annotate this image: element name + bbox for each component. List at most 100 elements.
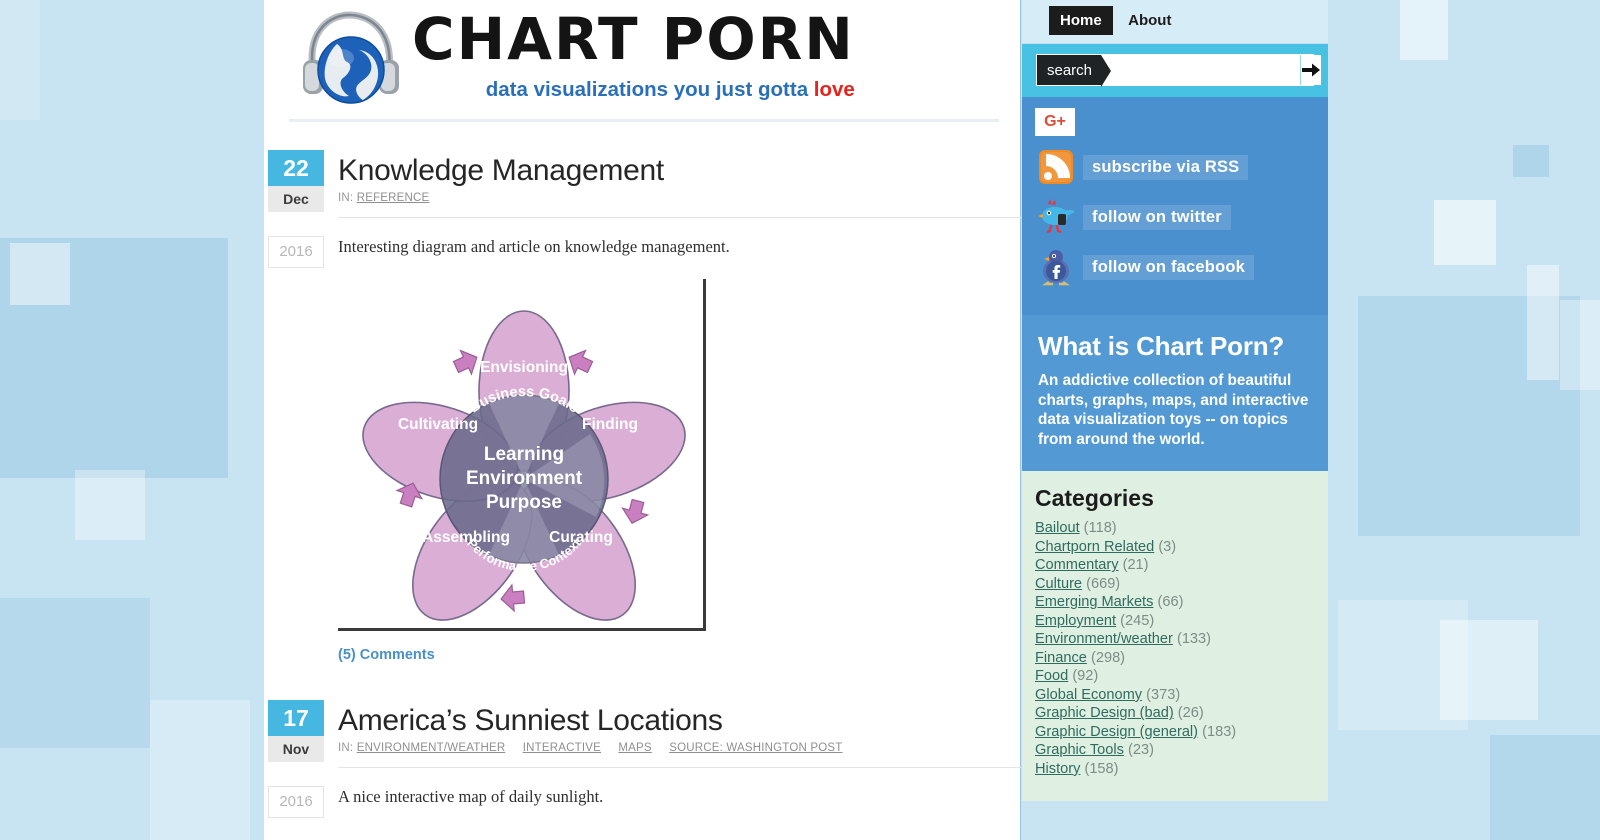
category-link[interactable]: Environment/weather: [1035, 631, 1173, 647]
globe-headphones-icon[interactable]: [297, 8, 402, 113]
category-count: (158): [1080, 760, 1119, 777]
category-link[interactable]: Chartporn Related: [1035, 539, 1154, 555]
category-link[interactable]: Graphic Design (bad): [1035, 705, 1174, 721]
post-meta: IN: ENVIRONMENT/WEATHER INTERACTIVE MAPS…: [338, 742, 1020, 754]
categories-panel: Categories Bailout (118) Chartporn Relate…: [1022, 471, 1328, 802]
category-count: (183): [1198, 723, 1237, 740]
post-item: 17 Nov 2016 America’s Sunniest Locations…: [264, 700, 1021, 818]
bg-square: [0, 0, 40, 120]
category-count: (66): [1153, 594, 1184, 611]
bg-square: [150, 700, 250, 840]
post-tag-link[interactable]: REFERENCE: [357, 192, 430, 204]
post-date-year: 2016: [268, 786, 324, 818]
bg-square: [1490, 735, 1600, 840]
site-tagline: data visualizations you just gotta love: [412, 78, 855, 102]
post-date-badge: 17 Nov 2016: [268, 700, 324, 818]
category-row: Graphic Design (general) (183): [1035, 723, 1310, 742]
search-band: search: [1022, 44, 1328, 97]
about-panel: What is Chart Porn? An addictive collect…: [1022, 315, 1328, 472]
post-excerpt: A nice interactive map of daily sunlight…: [338, 787, 604, 806]
google-plus-icon[interactable]: G+: [1035, 108, 1075, 136]
nav-item-about[interactable]: About: [1117, 6, 1182, 35]
category-row: Commentary (21): [1035, 556, 1310, 575]
post-meta: IN: REFERENCE: [338, 192, 1020, 204]
post-date-year: 2016: [268, 236, 324, 268]
social-link-label: follow on twitter: [1083, 204, 1231, 230]
category-count: (3): [1154, 538, 1177, 555]
social-link-rss[interactable]: subscribe via RSS: [1035, 145, 1328, 189]
post-excerpt: Interesting diagram and article on knowl…: [338, 237, 730, 256]
category-link[interactable]: Graphic Tools: [1035, 742, 1124, 758]
category-row: Emerging Markets (66): [1035, 593, 1310, 612]
post-date-day: 17: [268, 700, 324, 736]
bg-square: [1513, 145, 1549, 177]
post-title[interactable]: America’s Sunniest Locations: [338, 700, 1020, 738]
social-link-label: subscribe via RSS: [1083, 154, 1249, 180]
category-count: (23): [1123, 742, 1154, 759]
post-figure[interactable]: Business Goals Performance Context Learn…: [338, 279, 706, 643]
main-content-column: CHART PORN data visualizations you just …: [264, 0, 1021, 840]
category-count: (92): [1068, 668, 1099, 685]
category-link[interactable]: Bailout: [1035, 520, 1080, 536]
tagline-main: data visualizations you just gotta: [485, 78, 814, 101]
social-link-facebook[interactable]: follow on facebook: [1035, 245, 1328, 289]
post-comments-link[interactable]: (5) Comments: [338, 647, 435, 663]
sidebar: Home About search G+ subscribe via RSS f…: [1022, 0, 1328, 840]
post-tag-link[interactable]: SOURCE: WASHINGTON POST: [669, 742, 842, 754]
categories-list: Bailout (118) Chartporn Related (3) Commen…: [1035, 519, 1310, 778]
post-date-month: Nov: [268, 736, 324, 762]
category-count: (21): [1118, 557, 1149, 574]
search-form: search: [1036, 54, 1322, 87]
post-date-month: Dec: [268, 186, 324, 212]
post-meta-in-label: IN:: [338, 742, 354, 754]
search-input[interactable]: [1101, 55, 1301, 85]
nav-item-home[interactable]: Home: [1049, 6, 1113, 35]
category-count: (669): [1082, 575, 1121, 592]
social-link-twitter[interactable]: follow on twitter: [1035, 195, 1328, 239]
category-link[interactable]: Global Economy: [1035, 687, 1142, 703]
post-item: 22 Dec 2016 Knowledge Management IN: REF…: [264, 150, 1021, 664]
categories-heading: Categories: [1035, 485, 1154, 512]
figure-frame: [338, 279, 706, 631]
bg-square: [1560, 300, 1600, 390]
category-count: (373): [1142, 686, 1181, 703]
site-title: CHART PORN: [412, 5, 855, 73]
category-row: Graphic Tools (23): [1035, 741, 1310, 760]
post-tag-link[interactable]: ENVIRONMENT/WEATHER: [357, 742, 506, 754]
search-submit-button[interactable]: [1300, 55, 1322, 85]
search-label: search: [1037, 55, 1112, 87]
post-title[interactable]: Knowledge Management: [338, 150, 1020, 188]
bg-square: [0, 598, 150, 748]
category-link[interactable]: Employment: [1035, 613, 1116, 629]
bg-square: [1440, 620, 1538, 720]
category-row: Finance (298): [1035, 649, 1310, 668]
post-divider: [338, 767, 1021, 768]
facebook-bird-icon: [1042, 250, 1070, 286]
category-count: (133): [1172, 631, 1212, 648]
post-tag-link[interactable]: MAPS: [618, 742, 651, 754]
category-link[interactable]: Culture: [1035, 576, 1082, 592]
category-row: Global Economy (373): [1035, 686, 1310, 705]
site-header: CHART PORN data visualizations you just …: [264, 0, 1020, 128]
category-link[interactable]: Graphic Design (general): [1035, 724, 1198, 740]
post-divider: [338, 217, 1021, 218]
category-link[interactable]: Food: [1035, 668, 1068, 684]
category-link[interactable]: Emerging Markets: [1035, 594, 1153, 610]
bg-square: [10, 243, 70, 305]
post-date-badge: 22 Dec 2016: [268, 150, 324, 268]
tagline-accent: love: [813, 78, 855, 101]
twitter-bird-icon: [1038, 199, 1075, 234]
category-link[interactable]: Finance: [1035, 650, 1087, 666]
about-body: An addictive collection of beautiful cha…: [1038, 372, 1309, 448]
top-navigation: Home About: [1022, 0, 1328, 44]
category-row: Chartporn Related (3): [1035, 538, 1310, 557]
category-link[interactable]: History: [1035, 761, 1080, 777]
header-divider: [289, 119, 999, 122]
category-link[interactable]: Commentary: [1035, 557, 1119, 573]
category-row: Employment (245): [1035, 612, 1310, 631]
post-tag-link[interactable]: INTERACTIVE: [523, 742, 601, 754]
sidebar-blue-panel: search G+ subscribe via RSS follow on tw…: [1022, 44, 1328, 315]
site-logo-text[interactable]: CHART PORN data visualizations you just …: [412, 7, 855, 102]
rss-icon: [1039, 150, 1073, 184]
bg-square: [1434, 200, 1496, 265]
